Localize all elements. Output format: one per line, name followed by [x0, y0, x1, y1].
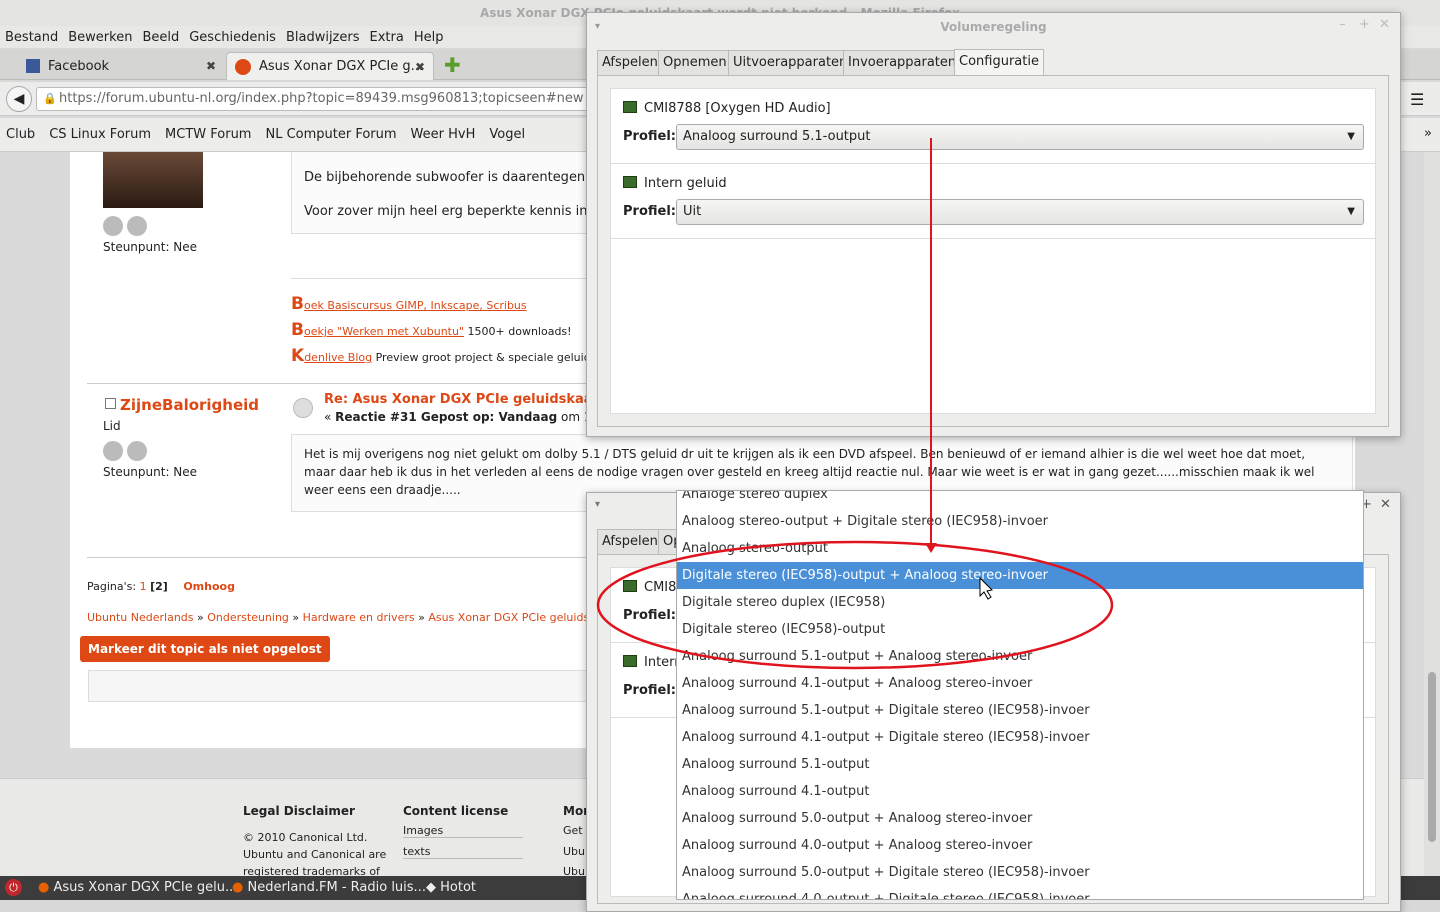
- annotation-ellipse: [596, 540, 1114, 670]
- annotation-overlay: [596, 138, 1114, 670]
- mouse-cursor-icon: [979, 576, 994, 600]
